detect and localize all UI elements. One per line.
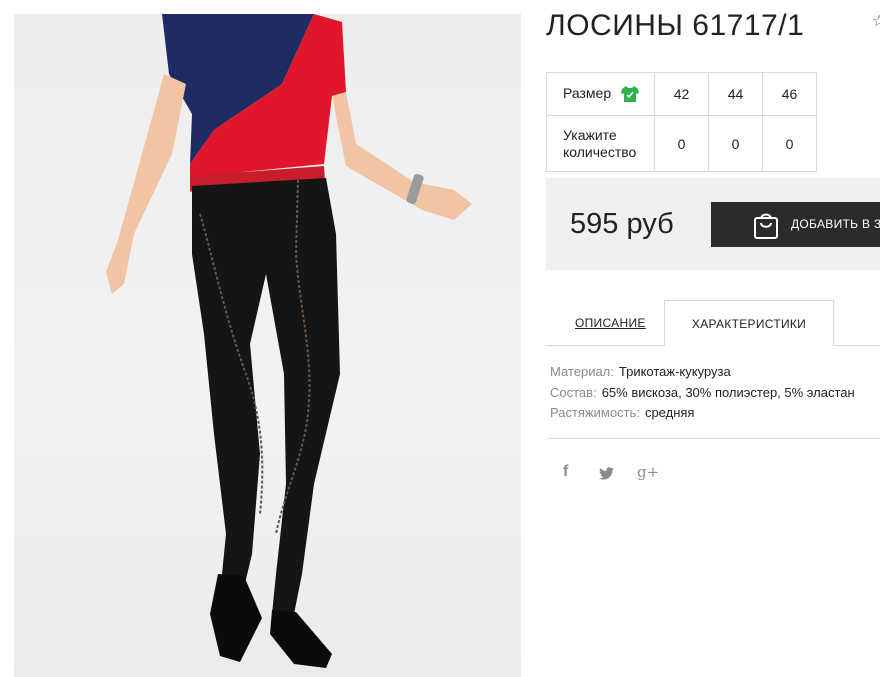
characteristics-list: Материал: Трикотаж-кукуруза Состав: 65% ви…: [550, 362, 855, 424]
characteristic-key: Состав:: [550, 384, 597, 400]
quantity-input[interactable]: 0: [708, 115, 763, 172]
characteristic-value: Трикотаж-кукуруза: [618, 364, 731, 379]
characteristic-key: Растяжимость:: [550, 405, 640, 420]
left-arm: [106, 74, 186, 294]
product-illustration: [106, 14, 472, 668]
section-divider: [548, 438, 880, 439]
shoe-left: [210, 574, 262, 662]
product-tabs: ОПИСАНИЕ ХАРАКТЕРИСТИКИ: [546, 300, 880, 346]
characteristic-row: Растяжимость: средняя: [550, 403, 855, 424]
size-label-cell: Размер: [546, 72, 655, 116]
shopping-bag-icon: [754, 213, 778, 239]
characteristic-key: Материал:: [550, 364, 614, 379]
quantity-input[interactable]: 0: [654, 115, 709, 172]
twitter-icon[interactable]: [599, 465, 614, 485]
price: 595 руб: [570, 208, 674, 240]
product-photo[interactable]: [14, 14, 521, 677]
shirt-icon: [621, 85, 640, 102]
quantity-label: Укажите количество: [546, 115, 655, 172]
tab-characteristics[interactable]: ХАРАКТЕРИСТИКИ: [664, 300, 834, 346]
add-to-cart-button[interactable]: ДОБАВИТЬ В З: [711, 202, 880, 247]
characteristic-value: средняя: [644, 405, 695, 420]
purchase-box: 595 руб ДОБАВИТЬ В З: [546, 178, 880, 270]
size-table: Размер 42 44 46 Укажите количество 0 0 0: [546, 72, 817, 172]
shoe-right: [270, 610, 332, 668]
size-option[interactable]: 42: [654, 72, 709, 116]
size-option[interactable]: 46: [762, 72, 817, 116]
characteristic-value: 65% вискоза, 30% полиэстер, 5% эластан: [601, 384, 855, 400]
leggings: [192, 178, 340, 614]
quantity-input[interactable]: 0: [762, 115, 817, 172]
add-to-cart-label: ДОБАВИТЬ В З: [791, 217, 880, 231]
facebook-icon[interactable]: f: [563, 462, 568, 482]
characteristic-row: Материал: Трикотаж-кукуруза: [550, 362, 855, 383]
tab-description[interactable]: ОПИСАНИЕ: [575, 300, 646, 345]
product-title: ЛОСИНЫ 61717/1: [546, 9, 805, 42]
size-option[interactable]: 44: [708, 72, 763, 116]
right-arm: [332, 92, 472, 220]
favorite-icon[interactable]: ☆: [872, 14, 880, 30]
google-plus-icon[interactable]: g+: [637, 462, 659, 482]
size-label: Размер: [563, 85, 612, 102]
characteristic-row: Состав: 65% вискоза, 30% полиэстер, 5% эл…: [550, 383, 855, 404]
